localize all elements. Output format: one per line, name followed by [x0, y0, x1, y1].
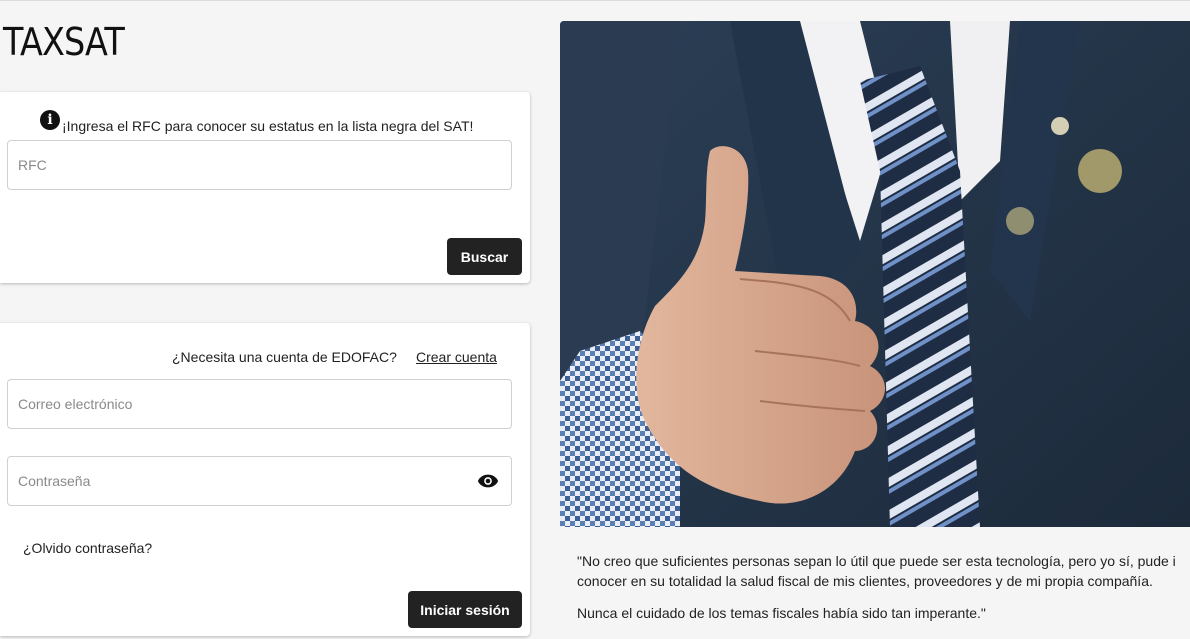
- create-account-link[interactable]: Crear cuenta: [416, 349, 497, 365]
- rfc-message-text: ¡Ingresa el RFC para conocer su estatus …: [62, 118, 474, 134]
- forgot-password-link[interactable]: ¿Olvido contraseña?: [23, 540, 152, 556]
- rfc-input[interactable]: [8, 141, 458, 189]
- email-field[interactable]: [7, 379, 512, 429]
- password-field[interactable]: [7, 456, 512, 506]
- rfc-message: i ¡Ingresa el RFC para conocer su estatu…: [40, 110, 473, 134]
- testimonial-quote: "No creo que suficientes personas sepan …: [577, 551, 1190, 623]
- quote-line: "No creo que suficientes personas sepan …: [577, 553, 1176, 569]
- search-button[interactable]: Buscar: [447, 238, 522, 275]
- password-input[interactable]: [8, 457, 458, 505]
- eye-icon[interactable]: [477, 473, 499, 489]
- info-icon: i: [40, 110, 60, 130]
- login-button[interactable]: Iniciar sesión: [408, 591, 522, 628]
- login-card: ¿Necesita una cuenta de EDOFAC? Crear cu…: [0, 323, 530, 636]
- top-border: [0, 0, 1190, 1]
- quote-line: Nunca el cuidado de los temas fiscales h…: [577, 605, 986, 621]
- businessman-thumbs-up-image: [560, 21, 1190, 527]
- rfc-field[interactable]: [7, 140, 512, 190]
- account-prompt: ¿Necesita una cuenta de EDOFAC?: [172, 349, 397, 365]
- rfc-search-card: i ¡Ingresa el RFC para conocer su estatu…: [0, 92, 530, 283]
- testimonial-photo: [560, 21, 1190, 527]
- quote-line: conocer en su totalidad la salud fiscal …: [577, 573, 1153, 589]
- email-input[interactable]: [8, 380, 458, 428]
- app-logo: TAXSAT: [3, 20, 125, 64]
